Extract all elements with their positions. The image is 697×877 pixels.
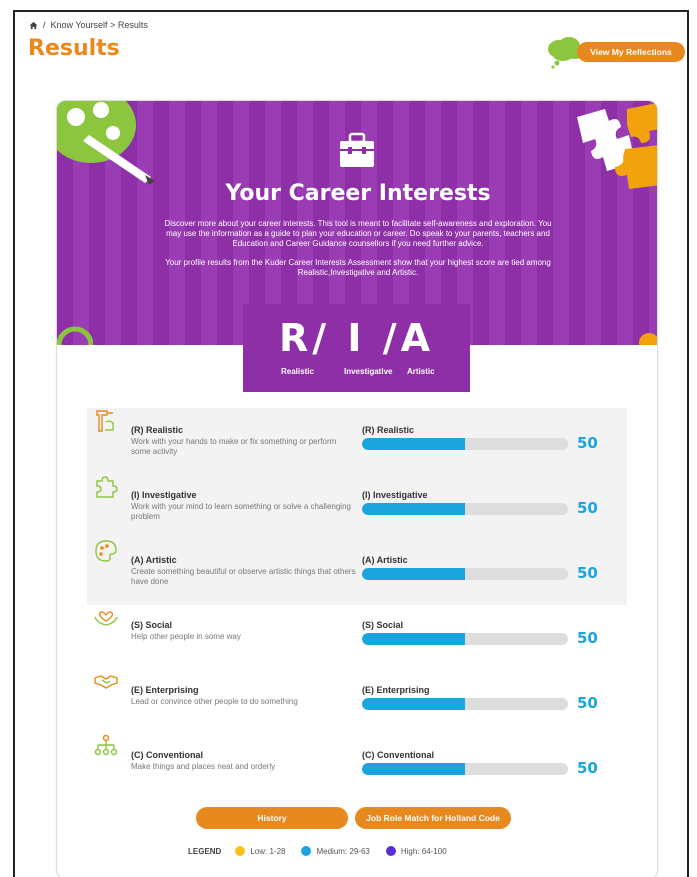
score-bar — [362, 763, 568, 775]
score-bar — [362, 568, 568, 580]
score-bar-fill — [362, 698, 465, 710]
puzzle-icon — [96, 476, 118, 498]
interest-description: Create something beautiful or observe ar… — [131, 567, 356, 586]
code-label-artistic: Artistic — [407, 367, 435, 376]
legend-dot-low — [235, 846, 246, 856]
interest-name: (S) Social — [131, 620, 173, 630]
hands-heart-icon — [94, 611, 118, 626]
holland-code-letters: R/ I /A — [278, 316, 435, 360]
legend-label-low: Low: 1-28 — [250, 846, 286, 856]
history-button[interactable]: History — [196, 807, 348, 829]
hero-intro-text: Discover more about your career interest… — [164, 219, 552, 248]
interest-name: (R) Realistic — [131, 425, 184, 435]
score-bar-fill — [362, 503, 465, 515]
palette-decoration-icon — [57, 101, 155, 185]
results-card: Your Career Interests Discover more abou… — [56, 100, 658, 877]
score-value: 50 — [577, 629, 598, 647]
page-title: Results — [28, 36, 120, 61]
legend-label-medium: Medium: 29-63 — [316, 846, 370, 856]
home-icon[interactable] — [29, 21, 38, 30]
page-frame: / Know Yourself > Results Results View M… — [13, 10, 689, 877]
interest-name: (I) Investigative — [131, 490, 197, 500]
interest-description: Work with your mind to learn something o… — [131, 502, 351, 521]
bar-label: (E) Enterprising — [362, 685, 430, 695]
briefcase-icon — [340, 132, 374, 167]
job-role-match-button[interactable]: Job Role Match for Holland Code — [355, 807, 511, 829]
org-chart-icon — [94, 734, 118, 756]
score-value: 50 — [577, 694, 598, 712]
interest-name: (C) Conventional — [131, 750, 203, 760]
interest-row-investigative: (I) Investigative Work with your mind to… — [87, 473, 627, 533]
legend-dot-medium — [301, 846, 312, 856]
interest-name: (A) Artistic — [131, 555, 177, 565]
breadcrumb-separator: / — [43, 20, 46, 30]
bar-label: (A) Artistic — [362, 555, 408, 565]
score-bar — [362, 503, 568, 515]
blob-decoration-icon — [639, 333, 657, 345]
legend-label-high: High: 64-100 — [400, 846, 447, 856]
legend-item-medium: Medium: 29-63 — [301, 846, 370, 856]
interest-row-conventional: (C) Conventional Make things and places … — [87, 733, 627, 793]
interest-description: Lead or convince other people to do some… — [131, 697, 298, 706]
view-reflections-button[interactable]: View My Reflections — [577, 42, 685, 62]
score-bar-fill — [362, 438, 465, 450]
hand-tool-icon — [96, 410, 114, 432]
reflections-area: View My Reflections — [545, 34, 687, 72]
palette-icon — [95, 540, 117, 562]
bar-label: (C) Conventional — [362, 750, 434, 760]
bar-label: (R) Realistic — [362, 425, 415, 435]
score-value: 50 — [577, 434, 598, 452]
interest-row-enterprising: (E) Enterprising Lead or convince other … — [87, 668, 627, 728]
handshake-icon — [94, 675, 118, 689]
legend-dot-high — [385, 846, 396, 856]
legend: LEGEND Low: 1-28 Medium: 29-63 High: 64-… — [188, 846, 463, 856]
hero-result-text: Your profile results from the Kuder Care… — [165, 258, 551, 277]
code-label-realistic: Realistic — [281, 367, 314, 376]
hero-title: Your Career Interests — [225, 181, 491, 206]
code-label-investigative: Investigative — [344, 367, 393, 376]
interest-description: Work with your hands to make or fix some… — [131, 437, 337, 456]
shape-decoration-icon — [57, 326, 93, 345]
interest-row-social: (S) Social Help other people in some way… — [87, 603, 627, 663]
interest-description: Make things and places neat and orderly — [131, 762, 276, 771]
legend-title: LEGEND — [188, 846, 222, 856]
interest-name: (E) Enterprising — [131, 685, 199, 695]
legend-item-low: Low: 1-28 — [235, 846, 285, 856]
score-bar-fill — [362, 763, 465, 775]
holland-code-box: R/ I /A Realistic Investigative Artistic — [243, 304, 470, 392]
score-value: 50 — [577, 564, 598, 582]
interest-description: Help other people in some way — [131, 632, 241, 641]
score-bar-fill — [362, 568, 465, 580]
score-value: 50 — [577, 759, 598, 777]
legend-item-high: High: 64-100 — [385, 846, 447, 856]
score-bar — [362, 438, 568, 450]
score-bar-fill — [362, 633, 465, 645]
interest-row-artistic: (A) Artistic Create something beautiful … — [87, 538, 627, 598]
breadcrumb: / Know Yourself > Results — [29, 20, 148, 30]
bar-label: (S) Social — [362, 620, 404, 630]
score-value: 50 — [577, 499, 598, 517]
score-bar — [362, 698, 568, 710]
interest-row-realistic: (R) Realistic Work with your hands to ma… — [87, 408, 627, 468]
bar-label: (I) Investigative — [362, 490, 428, 500]
score-bar — [362, 633, 568, 645]
breadcrumb-path[interactable]: Know Yourself > Results — [51, 20, 148, 30]
